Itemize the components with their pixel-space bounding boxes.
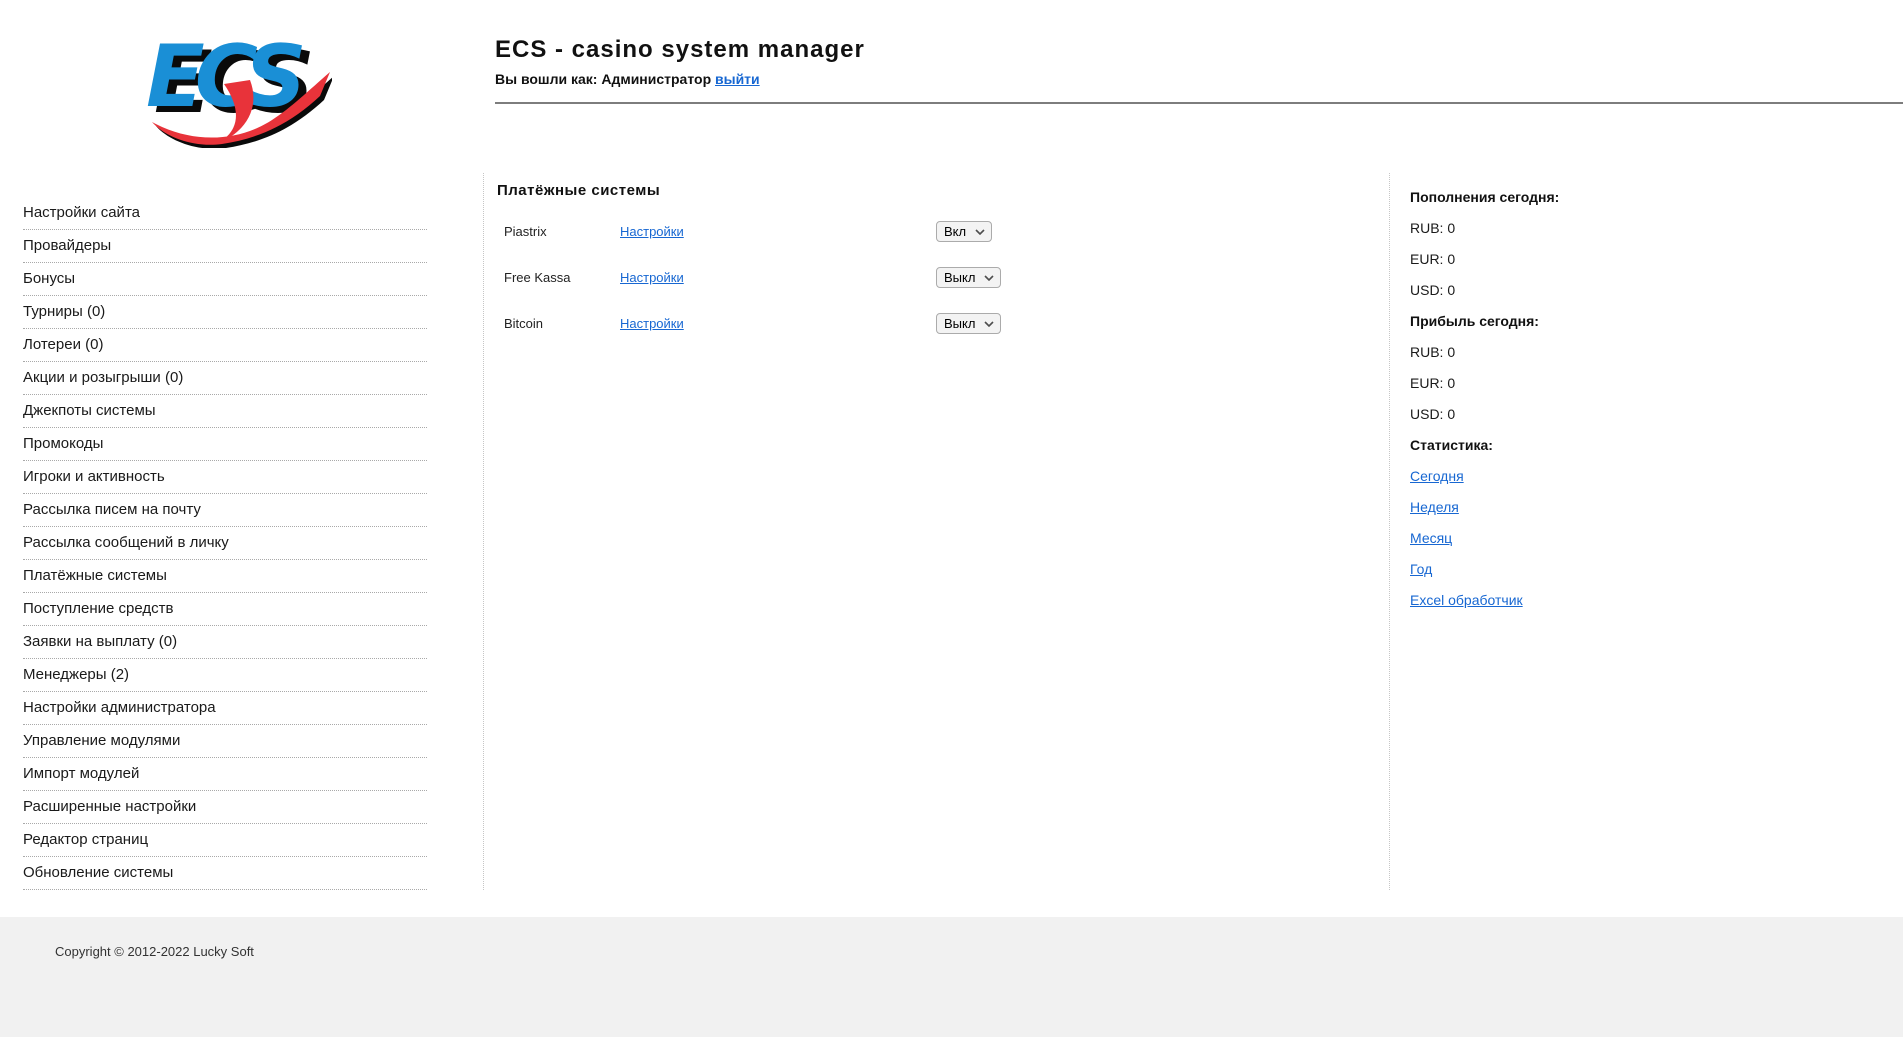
login-status: Вы вошли как: Администратор выйти	[495, 71, 865, 87]
copyright-text: Copyright © 2012-2022 Lucky Soft	[55, 944, 254, 959]
header-divider	[495, 102, 1903, 104]
stats-panel: Пополнения сегодня: RUB: 0 EUR: 0 USD: 0…	[1410, 182, 1650, 616]
profit-usd: USD: 0	[1410, 406, 1456, 422]
sidebar-menu: Настройки сайта Провайдеры Бонусы Турнир…	[23, 197, 427, 890]
statistics-title: Статистика:	[1410, 437, 1493, 453]
profit-rub: RUB: 0	[1410, 344, 1456, 360]
sidebar-item-payment-systems[interactable]: Платёжные системы	[23, 560, 427, 593]
stats-link-year[interactable]: Год	[1410, 561, 1432, 577]
deposits-today-title: Пополнения сегодня:	[1410, 189, 1560, 205]
sidebar-item-page-editor[interactable]: Редактор страниц	[23, 824, 427, 857]
payment-state-select-wrap: Вкл	[936, 221, 992, 242]
sidebar-item-payout-requests[interactable]: Заявки на выплату (0)	[23, 626, 427, 659]
sidebar-item-module-import[interactable]: Импорт модулей	[23, 758, 427, 791]
sidebar-item-site-settings[interactable]: Настройки сайта	[23, 197, 427, 230]
payment-row-piastrix: Piastrix Настройки Вкл	[504, 221, 1357, 242]
ecs-logo: ECS ECS	[140, 20, 334, 149]
sidebar-item-email-mailing[interactable]: Рассылка писем на почту	[23, 494, 427, 527]
sidebar-item-promotions[interactable]: Акции и розыгрыши (0)	[23, 362, 427, 395]
stats-link-today[interactable]: Сегодня	[1410, 468, 1464, 484]
payment-name: Bitcoin	[504, 316, 544, 331]
payment-state-select[interactable]: Вкл	[936, 221, 992, 242]
sidebar-item-module-control[interactable]: Управление модулями	[23, 725, 427, 758]
sidebar-item-managers[interactable]: Менеджеры (2)	[23, 659, 427, 692]
payment-settings-link[interactable]: Настройки	[620, 224, 936, 239]
section-title: Платёжные системы	[497, 182, 661, 199]
sidebar-item-bonuses[interactable]: Бонусы	[23, 263, 427, 296]
payment-state-select[interactable]: Выкл	[936, 313, 1001, 334]
profit-eur: EUR: 0	[1410, 375, 1456, 391]
sidebar-item-admin-settings[interactable]: Настройки администратора	[23, 692, 427, 725]
payment-state-select[interactable]: Выкл	[936, 267, 1001, 288]
sidebar-item-incoming-funds[interactable]: Поступление средств	[23, 593, 427, 626]
payment-state-select-wrap: Выкл	[936, 313, 1001, 334]
divider-main-stats	[1389, 173, 1390, 890]
sidebar-item-promocodes[interactable]: Промокоды	[23, 428, 427, 461]
stats-link-week[interactable]: Неделя	[1410, 499, 1459, 515]
sidebar-item-providers[interactable]: Провайдеры	[23, 230, 427, 263]
sidebar-item-advanced[interactable]: Расширенные настройки	[23, 791, 427, 824]
payment-row-bitcoin: Bitcoin Настройки Выкл	[504, 313, 1357, 334]
page-title: ECS - casino system manager	[495, 36, 865, 63]
sidebar-item-pm-mailing[interactable]: Рассылка сообщений в личку	[23, 527, 427, 560]
login-status-text: Вы вошли как: Администратор	[495, 71, 712, 87]
stats-link-month[interactable]: Месяц	[1410, 530, 1452, 546]
payment-state-select-wrap: Выкл	[936, 267, 1001, 288]
payment-name: Piastrix	[504, 224, 547, 239]
logout-link[interactable]: выйти	[715, 71, 760, 87]
svg-text:ECS: ECS	[146, 27, 303, 127]
sidebar-item-lotteries[interactable]: Лотереи (0)	[23, 329, 427, 362]
payment-name: Free Kassa	[504, 270, 571, 285]
footer: Copyright © 2012-2022 Lucky Soft	[0, 917, 1903, 1037]
stats-link-excel-processor[interactable]: Excel обработчик	[1410, 592, 1523, 608]
deposits-eur: EUR: 0	[1410, 251, 1456, 267]
deposits-usd: USD: 0	[1410, 282, 1456, 298]
payment-settings-link[interactable]: Настройки	[620, 316, 936, 331]
sidebar-item-tournaments[interactable]: Турниры (0)	[23, 296, 427, 329]
profit-today-title: Прибыль сегодня:	[1410, 313, 1539, 329]
deposits-rub: RUB: 0	[1410, 220, 1456, 236]
sidebar-item-jackpots[interactable]: Джекпоты системы	[23, 395, 427, 428]
divider-sidebar-main	[483, 173, 484, 890]
sidebar-item-system-update[interactable]: Обновление системы	[23, 857, 427, 890]
sidebar-item-players[interactable]: Игроки и активность	[23, 461, 427, 494]
payment-systems-panel: Платёжные системы Piastrix Настройки Вкл…	[497, 182, 1357, 334]
ecs-logo-graphic: ECS ECS	[146, 27, 334, 149]
payment-settings-link[interactable]: Настройки	[620, 270, 936, 285]
payment-row-freekassa: Free Kassa Настройки Выкл	[504, 267, 1357, 288]
